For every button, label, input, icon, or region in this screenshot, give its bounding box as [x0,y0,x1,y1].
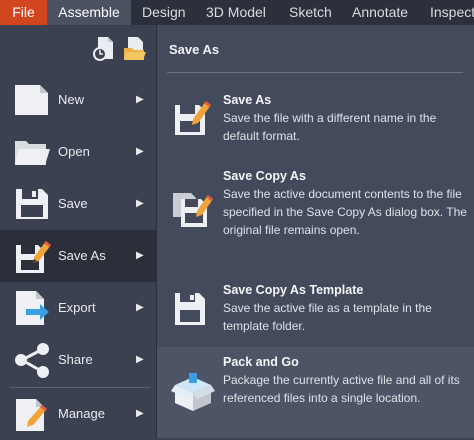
menu-label-manage: Manage [58,406,105,421]
tab-annotate[interactable]: Annotate [352,0,408,25]
tab-inspect[interactable]: Inspect [430,0,474,25]
chevron-right-icon: ▶ [136,250,144,261]
menu-label-share: Share [58,352,93,367]
submenu-entry-pack-and-go[interactable]: Pack and Go Package the currently active… [157,347,474,438]
menu-label-save: Save [58,196,88,211]
menu-item-export[interactable]: Export ▶ [0,282,156,334]
entry-description: Save the file with a different name in t… [223,111,437,143]
entry-description: Save the active document contents to the… [223,187,467,237]
entry-title: Save As [223,93,272,107]
entry-title: Save Copy As [223,169,306,183]
recent-documents-icon[interactable] [92,35,118,63]
new-document-icon [12,81,52,119]
floppy-disk-icon [12,185,52,223]
menu-item-save[interactable]: Save ▶ [0,178,156,230]
tab-design[interactable]: Design [142,0,186,25]
chevron-right-icon: ▶ [136,302,144,313]
ribbon-tab-bar: File Assemble Design 3D Model Sketch Ann… [0,0,474,25]
menu-item-manage[interactable]: Manage ▶ [0,388,156,440]
submenu-entry-save-copy-as-template[interactable]: Save Copy As Template Save the active fi… [157,281,474,351]
entry-title: Save Copy As Template [223,283,364,297]
manage-pencil-icon [12,395,52,433]
entry-description: Save the active file as a template in th… [223,301,432,333]
open-folder-icon[interactable] [122,35,148,63]
export-arrow-icon [12,289,52,327]
tab-sketch[interactable]: Sketch [289,0,332,25]
menu-label-export: Export [58,300,96,315]
tab-3d-model[interactable]: 3D Model [206,0,266,25]
tab-assemble[interactable]: Assemble [47,0,131,25]
submenu-entry-save-as[interactable]: Save As Save the file with a different n… [157,81,474,153]
share-icon [12,341,52,379]
chevron-right-icon: ▶ [136,354,144,365]
chevron-right-icon: ▶ [136,198,144,209]
submenu-divider [167,72,463,73]
submenu-title: Save As [169,42,220,57]
chevron-right-icon: ▶ [136,94,144,105]
chevron-right-icon: ▶ [136,408,144,419]
pack-and-go-icon [171,371,215,415]
folder-open-icon [12,133,52,171]
entry-description: Package the currently active file and al… [223,373,460,405]
menu-label-new: New [58,92,85,107]
submenu-entry-save-copy-as[interactable]: Save Copy As Save the active document co… [157,165,474,275]
tab-file[interactable]: File [0,0,47,25]
menu-item-share[interactable]: Share ▶ [0,334,156,386]
save-copy-as-icon [171,185,215,229]
floppy-pencil-icon [12,237,52,275]
save-as-icon [171,95,215,139]
menu-item-save-as[interactable]: Save As ▶ [0,230,156,282]
save-as-submenu: Save As Save As Save the file with a dif… [156,25,474,438]
menu-label-save-as: Save As [58,248,106,263]
save-template-icon [171,287,215,331]
menu-item-open[interactable]: Open ▶ [0,126,156,178]
application-menu: New ▶ Open ▶ Save ▶ Save As ▶ Export ▶ S… [0,25,156,438]
chevron-right-icon: ▶ [136,146,144,157]
menu-item-new[interactable]: New ▶ [0,74,156,126]
menu-label-open: Open [58,144,90,159]
entry-title: Pack and Go [223,355,299,369]
